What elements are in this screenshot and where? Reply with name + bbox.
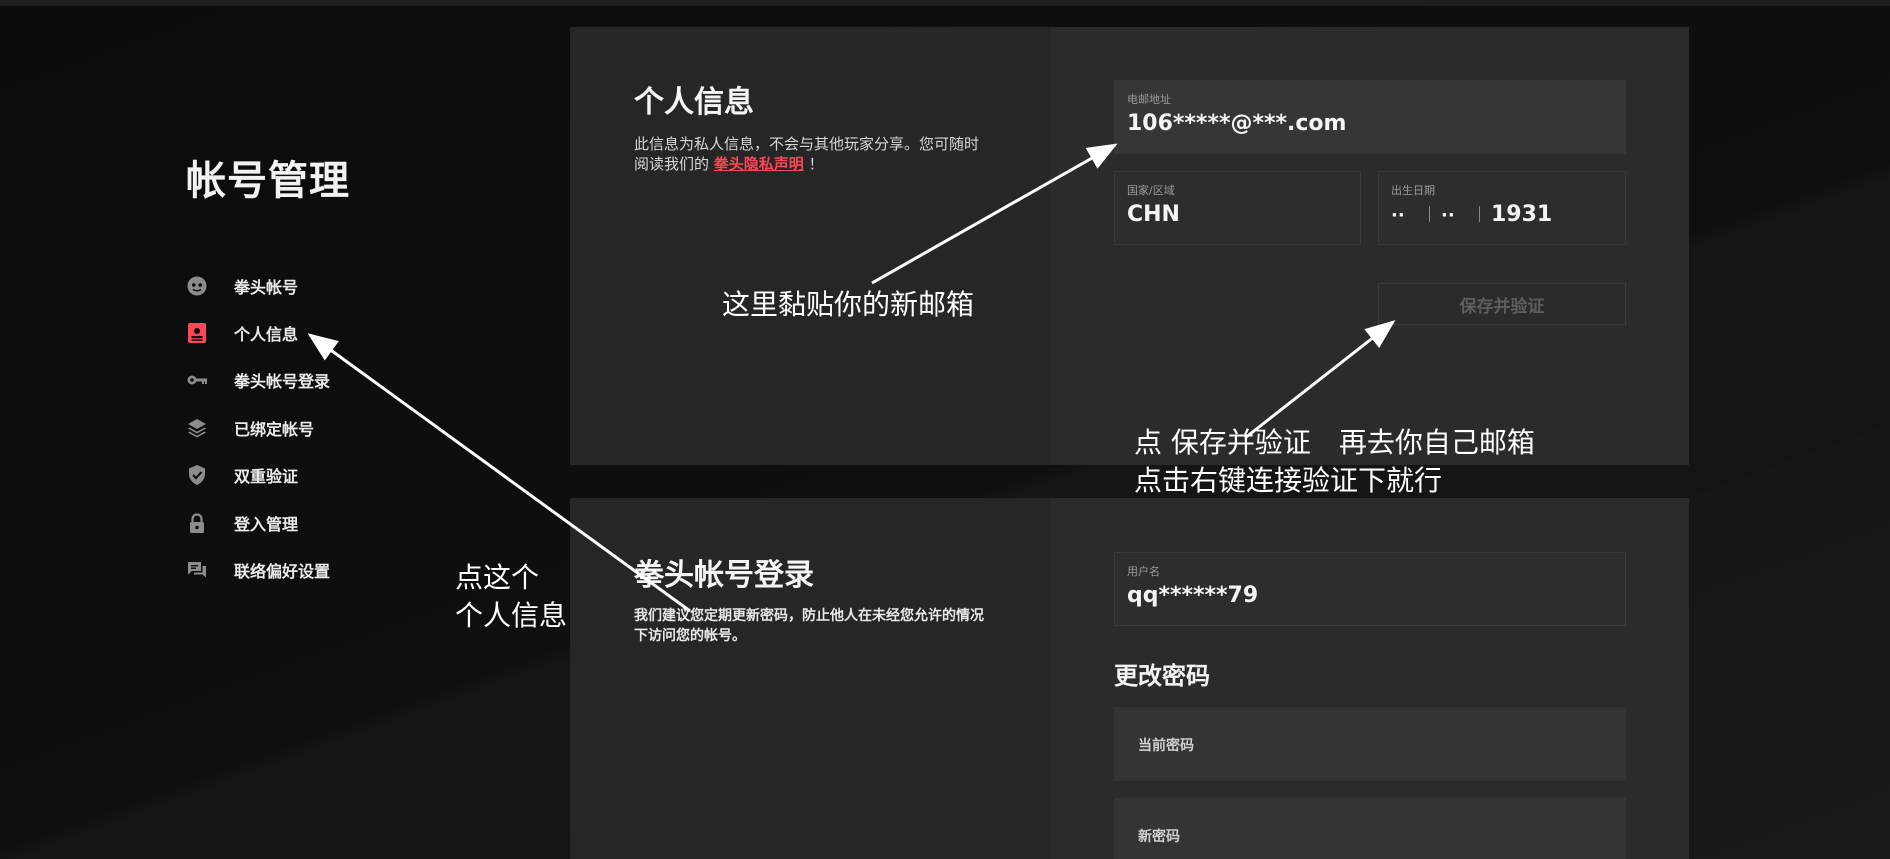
dob-year: 1931 (1491, 202, 1553, 227)
sidebar-item-riot-account[interactable]: 拳头帐号 (186, 262, 446, 309)
email-value[interactable]: 106*****@***.com (1127, 111, 1346, 136)
dob-label: 出生日期 (1391, 184, 1435, 197)
sidebar-item-login-management[interactable]: 登入管理 (186, 499, 446, 546)
sidebar-item-label: 双重验证 (234, 467, 299, 487)
dob-separator (1429, 206, 1430, 222)
annotation-click-this-1: 点这个 (455, 561, 540, 594)
username-label: 用户名 (1127, 565, 1160, 578)
annotation-click-this-2: 个人信息 (455, 599, 568, 632)
riot-face-icon (186, 275, 208, 297)
change-password-heading: 更改密码 (1114, 662, 1210, 690)
annotation-click-save-1: 点 保存并验证 再去你自己邮箱 (1134, 426, 1535, 459)
new-password-label: 新密码 (1138, 829, 1180, 845)
sidebar-item-contact-preferences[interactable]: 联络偏好设置 (186, 546, 446, 593)
sidebar-item-label: 个人信息 (234, 325, 299, 345)
dob-month: ·· (1391, 205, 1405, 226)
sidebar-item-label: 登入管理 (234, 514, 299, 534)
sidebar-item-label: 已绑定帐号 (234, 419, 315, 439)
save-and-verify-button[interactable]: 保存并验证 (1378, 283, 1626, 325)
email-field[interactable]: 电邮地址 106*****@***.com (1114, 80, 1626, 154)
layers-icon (186, 417, 208, 439)
personal-info-description: 此信息为私人信息，不会与其他玩家分享。您可随时阅读我们的 拳头隐私声明 ！ (634, 134, 984, 174)
id-badge-icon (186, 322, 208, 344)
new-password-field[interactable]: 新密码 (1114, 798, 1626, 859)
current-password-label: 当前密码 (1138, 738, 1194, 754)
dob-day: ·· (1441, 205, 1455, 226)
riot-login-card: 拳头帐号登录 我们建议您定期更新密码，防止他人在未经您允许的情况下访问您的帐号。… (570, 498, 1689, 859)
date-of-birth-field[interactable]: 出生日期 ·· ·· 1931 (1378, 171, 1626, 245)
username-field[interactable]: 用户名 qq******79 (1114, 552, 1626, 626)
country-label: 国家/区域 (1127, 184, 1175, 197)
top-bar (0, 0, 1890, 6)
email-label: 电邮地址 (1127, 93, 1171, 106)
sidebar-item-label: 拳头帐号 (234, 277, 299, 297)
sidebar-item-personal-info[interactable]: 个人信息 (186, 309, 446, 356)
riot-login-title: 拳头帐号登录 (634, 558, 814, 593)
current-password-field[interactable]: 当前密码 (1114, 707, 1626, 781)
description-text: 此信息为私人信息，不会与其他玩家分享。您可随时阅读我们的 (634, 135, 980, 173)
username-value: qq******79 (1127, 583, 1259, 608)
sidebar-nav: 拳头帐号 个人信息 拳头帐号登录 已绑定帐号 双重验证 登入管理 联络偏好设置 (186, 262, 446, 594)
sidebar-item-riot-login[interactable]: 拳头帐号登录 (186, 357, 446, 404)
dob-separator (1479, 206, 1480, 222)
privacy-policy-link[interactable]: 拳头隐私声明 (714, 155, 804, 173)
annotation-click-save-2: 点击右键连接验证下就行 (1134, 464, 1443, 497)
chat-icon (186, 559, 208, 581)
shield-check-icon (186, 464, 208, 486)
lock-icon (186, 512, 208, 534)
sidebar-item-label: 拳头帐号登录 (234, 372, 331, 392)
country-value: CHN (1127, 202, 1180, 227)
sidebar-item-linked-accounts[interactable]: 已绑定帐号 (186, 404, 446, 451)
description-suffix: ！ (808, 155, 824, 173)
annotation-paste-email: 这里黏贴你的新邮箱 (722, 288, 975, 321)
personal-info-card: 个人信息 此信息为私人信息，不会与其他玩家分享。您可随时阅读我们的 拳头隐私声明… (570, 27, 1689, 465)
key-icon (186, 369, 208, 391)
personal-info-title: 个人信息 (634, 85, 754, 120)
riot-login-description: 我们建议您定期更新密码，防止他人在未经您允许的情况下访问您的帐号。 (634, 608, 984, 644)
page-title: 帐号管理 (186, 158, 350, 204)
sidebar-item-label: 联络偏好设置 (234, 562, 331, 582)
country-field[interactable]: 国家/区域 CHN (1114, 171, 1361, 245)
sidebar-item-two-factor[interactable]: 双重验证 (186, 452, 446, 499)
